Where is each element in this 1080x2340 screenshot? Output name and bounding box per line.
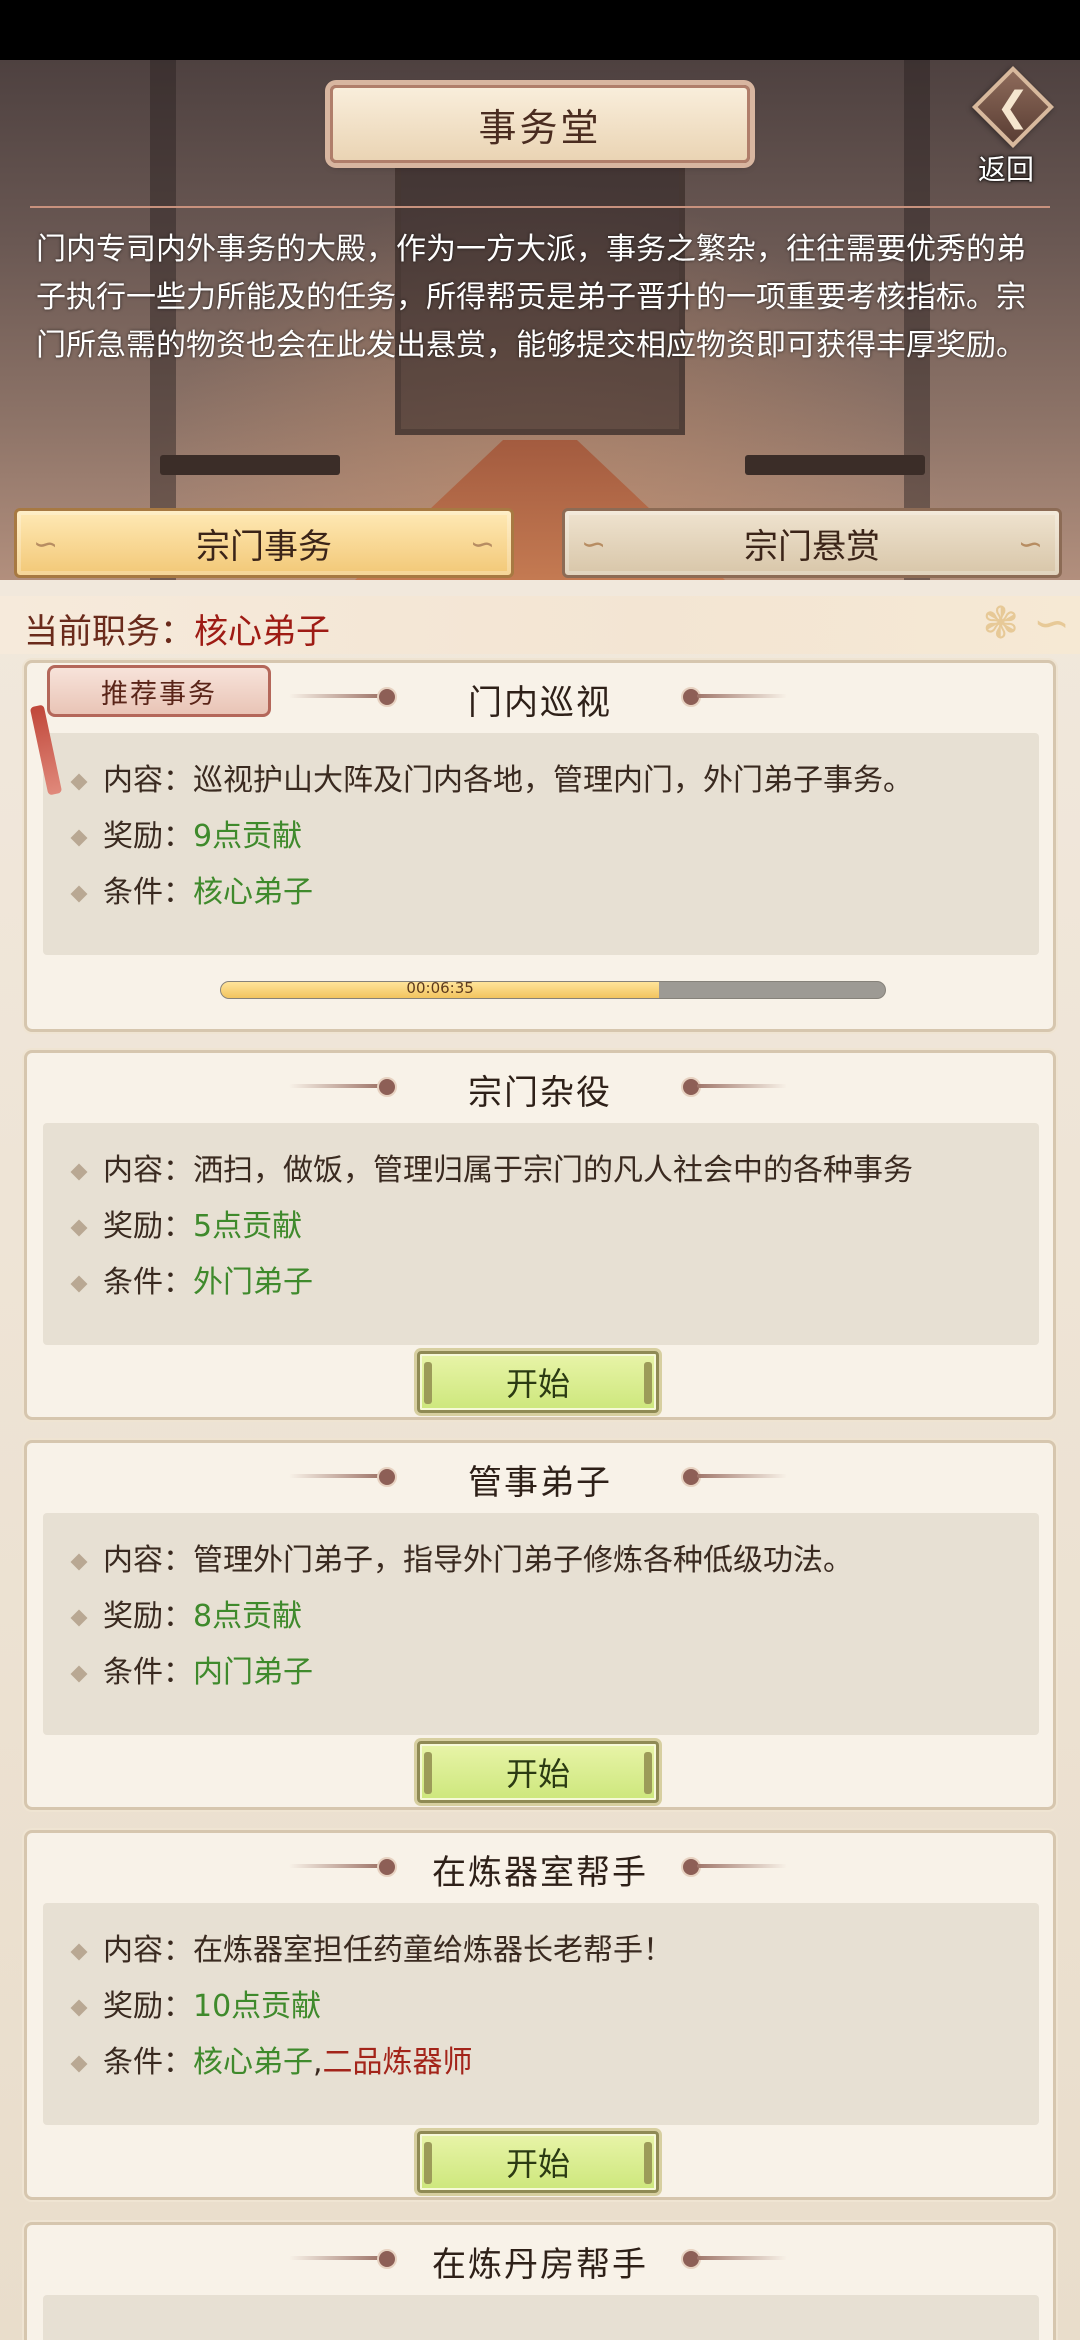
bullet-diamond-icon bbox=[70, 1665, 88, 1682]
task-card: 门内巡视 内容：巡视护山大阵及门内各地，管理内门，外门弟子事务。 奖励：9点贡献… bbox=[24, 660, 1056, 1032]
bullet-diamond-icon bbox=[70, 829, 88, 846]
tab-sect-affairs[interactable]: ∽ 宗门事务 ∽ bbox=[14, 508, 514, 578]
status-bar bbox=[0, 0, 1080, 60]
progress-timer: 00:06:35 bbox=[406, 981, 474, 997]
cloud-ornament-icon: ❃ ∽ bbox=[982, 598, 1070, 649]
tab-label: 宗门事务 bbox=[196, 526, 332, 567]
role-label: 当前职务： bbox=[24, 612, 194, 652]
condition-label: 条件： bbox=[103, 1655, 193, 1690]
task-progress-bar: 00:06:35 bbox=[220, 981, 886, 999]
task-condition-row: 条件：内门弟子 bbox=[70, 1647, 313, 1691]
task-reward-row: 奖励：8点贡献 bbox=[70, 1591, 303, 1635]
task-condition-row: 条件：核心弟子 bbox=[70, 867, 313, 911]
start-button[interactable]: 开始 bbox=[417, 1741, 659, 1803]
task-reward: 9点贡献 bbox=[193, 819, 303, 854]
header-divider bbox=[30, 206, 1050, 208]
task-details: 内容：管理外门弟子，指导外门弟子修炼各种低级功法。 奖励：8点贡献 条件：内门弟… bbox=[43, 1513, 1039, 1735]
task-condition-extra: 二品炼器师 bbox=[322, 2045, 473, 2080]
task-content-row: 内容：管理外门弟子，指导外门弟子修炼各种低级功法。 bbox=[70, 1535, 853, 1579]
reward-label: 奖励： bbox=[103, 1599, 193, 1634]
back-arrow-icon: ❮ bbox=[996, 84, 1030, 130]
back-button-label: 返回 bbox=[978, 153, 1035, 186]
task-content: 巡视护山大阵及门内各地，管理内门，外门弟子事务。 bbox=[193, 763, 913, 798]
condition-separator: , bbox=[313, 2045, 323, 2080]
task-card: 宗门杂役 内容：洒扫，做饭，管理归属于宗门的凡人社会中的各种事务 奖励：5点贡献… bbox=[24, 1050, 1056, 1420]
scroll-ornament-icon: ∽ bbox=[33, 527, 59, 562]
reward-label: 奖励： bbox=[103, 1989, 193, 2024]
reward-label: 奖励： bbox=[103, 819, 193, 854]
page-title: 事务堂 bbox=[330, 85, 750, 163]
task-card: 管事弟子 内容：管理外门弟子，指导外门弟子修炼各种低级功法。 奖励：8点贡献 条… bbox=[24, 1440, 1056, 1810]
task-reward-row: 奖励：10点贡献 bbox=[70, 1981, 322, 2025]
task-title: 在炼器室帮手 bbox=[432, 1853, 648, 1893]
task-reward: 5点贡献 bbox=[193, 1209, 303, 1244]
task-reward: 10点贡献 bbox=[193, 1989, 322, 2024]
current-role: 当前职务：核心弟子 bbox=[24, 604, 330, 653]
title-ornament-right-icon bbox=[667, 2249, 797, 2269]
hall-bench bbox=[160, 455, 340, 475]
condition-label: 条件： bbox=[103, 2045, 193, 2080]
condition-label: 条件： bbox=[103, 1265, 193, 1300]
start-button[interactable]: 开始 bbox=[417, 2131, 659, 2193]
start-button[interactable]: 开始 bbox=[417, 1351, 659, 1413]
task-content-row: 内容：洒扫，做饭，管理归属于宗门的凡人社会中的各种事务 bbox=[70, 1145, 913, 1189]
recommend-tag: 推荐事务 bbox=[47, 665, 271, 717]
task-content: 管理外门弟子，指导外门弟子修炼各种低级功法。 bbox=[193, 1543, 853, 1578]
content-label: 内容： bbox=[103, 1543, 193, 1578]
task-condition: 核心弟子 bbox=[193, 2045, 313, 2080]
scroll-ornament-icon: ∽ bbox=[1017, 527, 1043, 562]
title-ornament-right-icon bbox=[667, 687, 797, 707]
task-content-row: 内容：在炼器室担任药童给炼器长老帮手！ bbox=[70, 1925, 673, 1969]
bullet-diamond-icon bbox=[70, 2055, 88, 2072]
reward-label: 奖励： bbox=[103, 1209, 193, 1244]
task-details: 内容：巡视护山大阵及门内各地，管理内门，外门弟子事务。 奖励：9点贡献 条件：核… bbox=[43, 733, 1039, 955]
current-role-bar: 当前职务：核心弟子 ❃ ∽ bbox=[0, 596, 1080, 654]
task-reward-row: 奖励：5点贡献 bbox=[70, 1201, 303, 1245]
content-label: 内容： bbox=[103, 1933, 193, 1968]
title-ornament-right-icon bbox=[667, 1077, 797, 1097]
bullet-diamond-icon bbox=[70, 1219, 88, 1236]
task-title: 管事弟子 bbox=[468, 1463, 612, 1503]
bullet-diamond-icon bbox=[70, 773, 88, 790]
task-reward: 8点贡献 bbox=[193, 1599, 303, 1634]
bullet-diamond-icon bbox=[70, 1163, 88, 1180]
back-button[interactable]: ❮ 返回 bbox=[966, 65, 1060, 186]
task-content: 在炼器室担任药童给炼器长老帮手！ bbox=[193, 1933, 673, 1968]
condition-label: 条件： bbox=[103, 875, 193, 910]
bullet-diamond-icon bbox=[70, 1553, 88, 1570]
content-label: 内容： bbox=[103, 763, 193, 798]
bullet-diamond-icon bbox=[70, 1609, 88, 1626]
scroll-ornament-icon: ∽ bbox=[581, 527, 607, 562]
role-value: 核心弟子 bbox=[194, 612, 330, 652]
task-condition-row: 条件：核心弟子,二品炼器师 bbox=[70, 2037, 473, 2081]
task-condition: 内门弟子 bbox=[193, 1655, 313, 1690]
tab-sect-bounty[interactable]: ∽ 宗门悬赏 ∽ bbox=[562, 508, 1062, 578]
title-ornament-right-icon bbox=[667, 1857, 797, 1877]
tab-label: 宗门悬赏 bbox=[744, 526, 880, 567]
hall-description: 门内专司内外事务的大殿，作为一方大派，事务之繁杂，往往需要优秀的弟子执行一些力所… bbox=[36, 232, 1026, 363]
task-content-row: 内容：巡视护山大阵及门内各地，管理内门，外门弟子事务。 bbox=[70, 755, 913, 799]
task-reward-row: 奖励：9点贡献 bbox=[70, 811, 303, 855]
bullet-diamond-icon bbox=[70, 885, 88, 902]
task-details: 内容：洒扫，做饭，管理归属于宗门的凡人社会中的各种事务 奖励：5点贡献 条件：外… bbox=[43, 1123, 1039, 1345]
task-content: 洒扫，做饭，管理归属于宗门的凡人社会中的各种事务 bbox=[193, 1153, 913, 1188]
task-card: 在炼丹房帮手 bbox=[24, 2222, 1056, 2340]
bullet-diamond-icon bbox=[70, 1275, 88, 1292]
bullet-diamond-icon bbox=[70, 1999, 88, 2016]
task-condition: 核心弟子 bbox=[193, 875, 313, 910]
hall-bench bbox=[745, 455, 925, 475]
title-ornament-right-icon bbox=[667, 1467, 797, 1487]
content-label: 内容： bbox=[103, 1153, 193, 1188]
scroll-ornament-icon: ∽ bbox=[469, 527, 495, 562]
task-title: 在炼丹房帮手 bbox=[432, 2245, 648, 2285]
task-card: 在炼器室帮手 内容：在炼器室担任药童给炼器长老帮手！ 奖励：10点贡献 条件：核… bbox=[24, 1830, 1056, 2200]
bullet-diamond-icon bbox=[70, 1943, 88, 1960]
task-details bbox=[43, 2295, 1039, 2340]
task-condition: 外门弟子 bbox=[193, 1265, 313, 1300]
task-title: 宗门杂役 bbox=[468, 1073, 612, 1113]
task-condition-row: 条件：外门弟子 bbox=[70, 1257, 313, 1301]
task-details: 内容：在炼器室担任药童给炼器长老帮手！ 奖励：10点贡献 条件：核心弟子,二品炼… bbox=[43, 1903, 1039, 2125]
